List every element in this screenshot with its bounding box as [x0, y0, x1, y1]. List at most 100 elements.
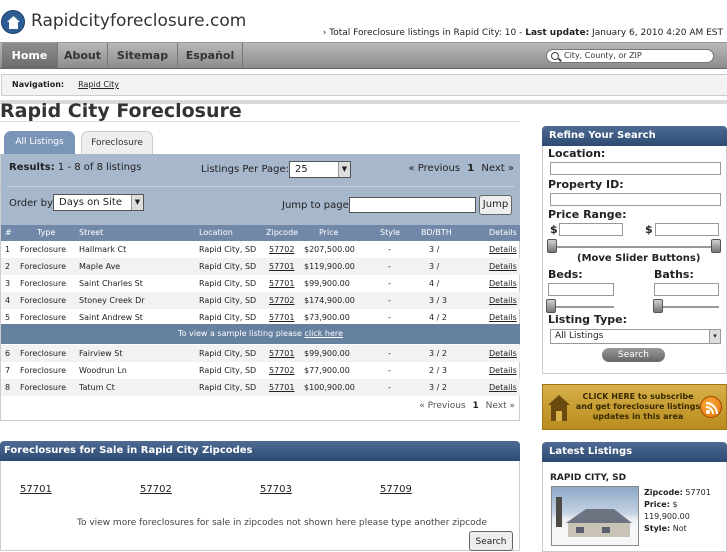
latest-listings-panel: RAPID CITY, SD Zipcode: 57701 Price: $ 1… [542, 462, 727, 552]
cell-price: $99,900.00 [304, 349, 350, 358]
per-page-value: 25 [295, 164, 308, 175]
per-page-select[interactable]: 25 ▼ [289, 161, 351, 178]
site-header: Rapidcityforeclosure.com › Total Foreclo… [0, 0, 727, 42]
location-input[interactable] [550, 162, 721, 175]
listing-stats: › Total Foreclosure listings in Rapid Ci… [323, 28, 723, 38]
zipcode-link[interactable]: 57701 [269, 258, 294, 275]
subscribe-banner[interactable]: CLICK HERE to subscribe and get foreclos… [542, 384, 727, 430]
cell-style: - [388, 349, 391, 358]
tab-all-listings[interactable]: All Listings [4, 131, 75, 155]
baths-slider-handle[interactable] [653, 299, 663, 313]
zip-link-57709[interactable]: 57709 [380, 484, 412, 495]
latest-listings-heading: Latest Listings [542, 442, 727, 462]
cell-loc: Rapid City, SD [199, 349, 257, 358]
cell-n: 1 [5, 245, 11, 254]
location-search-input[interactable]: City, County, or ZIP [546, 49, 714, 63]
details-link[interactable]: Details [489, 258, 517, 275]
col-header-style: Style [380, 228, 401, 237]
zip-link-57703[interactable]: 57703 [260, 484, 292, 495]
cell-style: - [388, 245, 391, 254]
listing-photo[interactable] [551, 486, 639, 546]
slider-note: (Move Slider Buttons) [577, 253, 701, 264]
cell-bdbth: 3 / [429, 245, 440, 254]
baths-slider-track [659, 306, 719, 308]
results-label: Results: [9, 162, 55, 173]
zipcode-link[interactable]: 57702 [269, 241, 294, 258]
details-link[interactable]: Details [489, 241, 517, 258]
zipcode-link[interactable]: 57701 [269, 345, 294, 362]
cell-n: 2 [5, 262, 11, 271]
max-currency-label: $ [645, 223, 653, 236]
price-min-input[interactable] [559, 223, 623, 236]
zip-link-57701[interactable]: 57701 [20, 484, 52, 495]
listing-type-select[interactable]: All Listings ▾ [550, 329, 721, 344]
current-page: 1 [472, 401, 479, 411]
cell-n: 8 [5, 383, 11, 392]
prev-link[interactable]: « Previous [419, 401, 465, 411]
details-link[interactable]: Details [489, 345, 517, 362]
latest-style-value: Not [670, 524, 687, 533]
price-slider-max-handle[interactable] [711, 239, 721, 253]
zipcode-link[interactable]: 57702 [269, 362, 294, 379]
price-slider-min-handle[interactable] [547, 239, 557, 253]
price-slider-track [554, 246, 716, 248]
nav-sitemap[interactable]: Sitemap [108, 43, 178, 69]
site-title[interactable]: Rapidcityforeclosure.com [31, 11, 246, 31]
property-id-input[interactable] [550, 193, 721, 206]
col-header-type: Type [37, 228, 56, 237]
listings-panel: Results: 1 - 8 of 8 listings Listings Pe… [0, 154, 520, 421]
current-page: 1 [467, 163, 475, 174]
search-icon [551, 52, 559, 60]
nav-about[interactable]: About [58, 43, 108, 69]
tab-foreclosure[interactable]: Foreclosure [81, 131, 153, 155]
zip-search-button[interactable]: Search [469, 531, 513, 551]
cell-loc: Rapid City, SD [199, 366, 257, 375]
cell-style: - [388, 366, 391, 375]
zipcode-link[interactable]: 57702 [269, 292, 294, 309]
cell-street: Fairview St [79, 349, 123, 358]
beds-slider-handle[interactable] [546, 299, 556, 313]
cell-price: $119,900.00 [304, 262, 355, 271]
refine-search-button[interactable]: Search [602, 348, 665, 362]
order-label: Order by [9, 198, 53, 209]
cell-loc: Rapid City, SD [199, 245, 257, 254]
prev-link[interactable]: « Previous [409, 163, 461, 174]
sample-listing-link[interactable]: click here [304, 329, 342, 338]
location-label: Location: [548, 147, 606, 160]
jump-page-input[interactable] [349, 197, 476, 213]
table-row: 3 Foreclosure Saint Charles St Rapid City, … [1, 275, 520, 292]
nav-espanol[interactable]: Español [178, 43, 243, 69]
beds-input[interactable] [548, 283, 614, 296]
nav-home[interactable]: Home [2, 43, 58, 69]
details-link[interactable]: Details [489, 275, 517, 292]
baths-input[interactable] [654, 283, 719, 296]
jump-button[interactable]: Jump [479, 195, 512, 215]
search-placeholder: City, County, or ZIP [564, 51, 642, 60]
latest-listing-info: Zipcode: 57701 Price: $ 119,900.00 Style… [644, 487, 724, 535]
order-by-select[interactable]: Days on Site ▼ [53, 194, 144, 211]
details-link[interactable]: Details [489, 362, 517, 379]
rss-feed-icon [700, 396, 722, 418]
cell-bdbth: 3 / 3 [429, 296, 447, 305]
price-max-input[interactable] [655, 223, 719, 236]
chevron-down-icon: ▾ [709, 330, 720, 343]
zipcode-link[interactable]: 57701 [269, 275, 294, 292]
cell-price: $99,900.00 [304, 279, 350, 288]
subscribe-text: CLICK HERE to subscribe and get foreclos… [575, 392, 701, 421]
min-currency-label: $ [550, 223, 558, 236]
zipcode-link[interactable]: 57701 [269, 379, 294, 396]
breadcrumb-link-rapid-city[interactable]: Rapid City [78, 80, 119, 89]
col-header-bdbth: BD/BTH [421, 228, 452, 237]
details-link[interactable]: Details [489, 292, 517, 309]
results-text: 1 - 8 of 8 listings [54, 162, 142, 173]
beds-label: Beds: [548, 268, 583, 281]
divider [0, 121, 520, 122]
next-link[interactable]: Next » [486, 401, 515, 411]
cell-type: Foreclosure [20, 366, 67, 375]
next-link[interactable]: Next » [481, 163, 514, 174]
home-logo-icon[interactable] [1, 10, 25, 34]
zip-link-57702[interactable]: 57702 [140, 484, 172, 495]
refine-heading: Refine Your Search [542, 126, 727, 146]
cell-type: Foreclosure [20, 349, 67, 358]
details-link[interactable]: Details [489, 379, 517, 396]
